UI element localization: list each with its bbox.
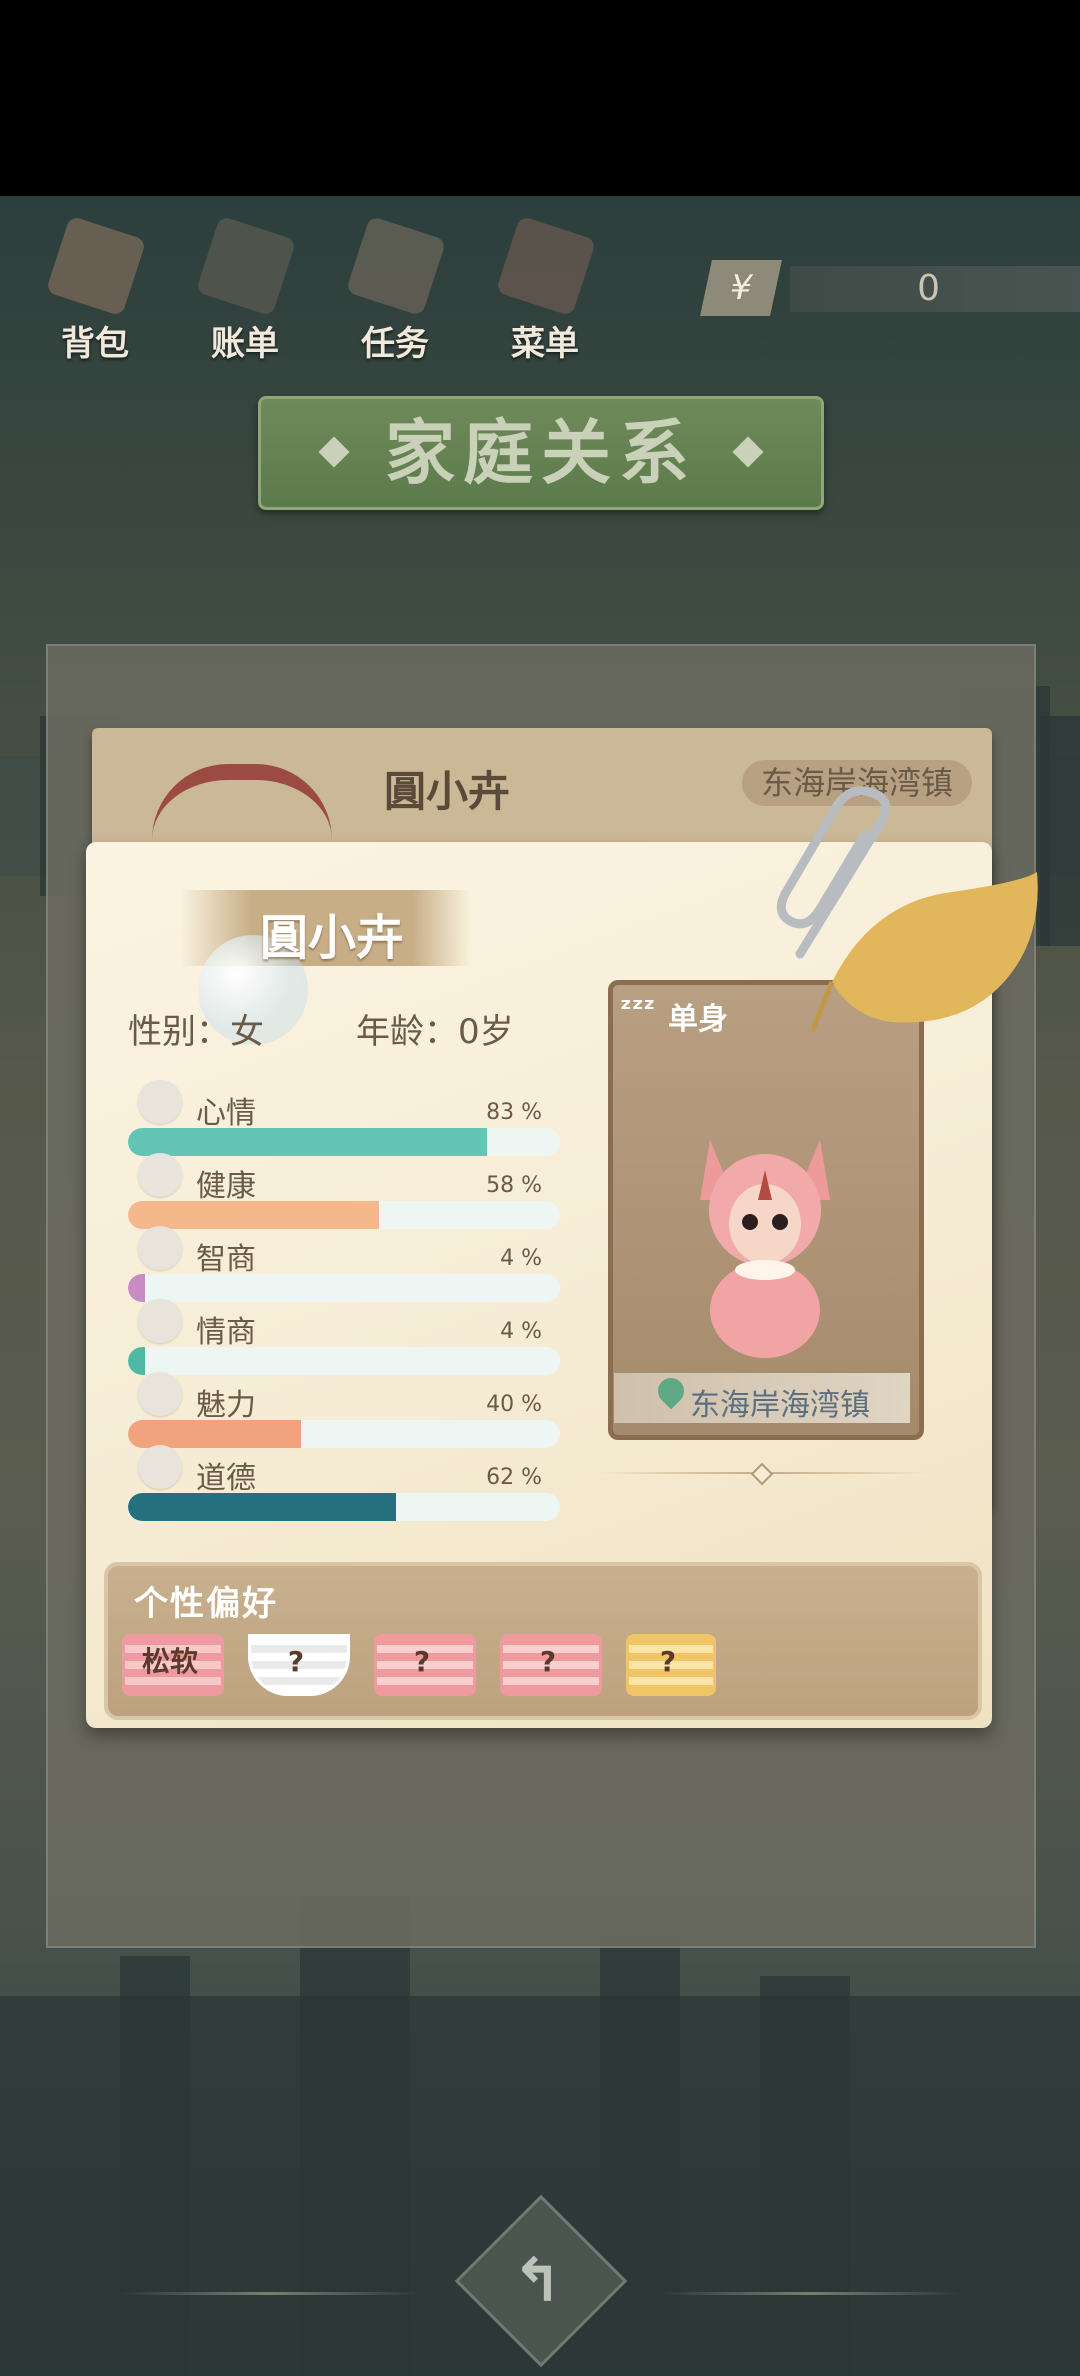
lightbulb-icon [138,1226,182,1270]
building [1040,716,1080,946]
preference-label: ? [413,1645,431,1678]
menu-label: 菜单 [511,324,579,364]
stat-label: 道德 [196,1461,256,1496]
preference-label: ? [287,1645,305,1678]
ornament-line [660,2292,960,2295]
stat-percent: 62 % [486,1465,542,1490]
menu-button[interactable]: 菜单 [480,215,610,364]
character-avatar [700,1140,830,1358]
sparkle-icon [138,1372,182,1416]
yen-icon: ¥ [700,260,782,316]
character-name: 圓小卉 [260,910,405,966]
building [300,1896,410,2376]
bag-button[interactable]: 背包 [30,215,160,364]
relationship-status: 单身 [668,1002,728,1037]
heart-icon [138,1153,182,1197]
back-card-name: 圓小卉 [384,767,511,816]
preference-item[interactable]: 松软 [122,1634,224,1696]
stat-fill [128,1201,379,1229]
stat-bar [128,1347,560,1375]
stat-label: 健康 [196,1169,256,1204]
stat-percent: 4 % [500,1319,542,1344]
ornament-line [120,2292,420,2295]
stat-label: 魅力 [196,1388,256,1423]
stat-label: 心情 [196,1096,256,1131]
stat-fill [128,1493,396,1521]
menu-icon [495,215,597,317]
avatar [152,764,332,840]
stat-label: 情商 [196,1315,256,1350]
bill-icon [195,215,297,317]
stat-percent: 83 % [486,1100,542,1125]
back-arrow-icon: ↰ [512,2246,563,2316]
stat-percent: 58 % [486,1173,542,1198]
preference-label: ? [659,1645,677,1678]
bag-icon [45,215,147,317]
stat-bar [128,1201,560,1229]
zzz-icon: ᶻᶻᶻ [620,992,656,1025]
stat-fill [128,1420,301,1448]
building [760,1976,850,2376]
preferences-title: 个性偏好 [134,1584,278,1624]
apple-icon [138,1299,182,1343]
building [120,1956,190,2376]
money-display: ¥ 0 [700,260,1080,316]
preference-item[interactable]: ? [374,1634,476,1696]
stat-bar [128,1420,560,1448]
money-value: 0 [917,268,940,309]
page-title-banner: 家庭关系 [258,396,824,510]
stat-fill [128,1128,487,1156]
character-location: 东海岸海湾镇 [690,1388,870,1423]
stat-bar [128,1493,560,1521]
preference-label: 松软 [141,1645,198,1678]
preference-item[interactable]: ? [626,1634,716,1696]
preference-item[interactable]: ? [500,1634,602,1696]
smile-icon [138,1080,182,1124]
age-label: 年龄：0岁 [356,1012,514,1052]
preference-item[interactable]: ? [248,1634,350,1696]
ginkgo-leaf-icon [812,872,1038,1033]
task-icon [345,215,447,317]
stat-percent: 40 % [486,1392,542,1417]
building [600,1936,680,2376]
status-bar [0,0,1080,196]
bill-button[interactable]: 账单 [180,215,310,364]
scales-icon [138,1445,182,1489]
stat-bar [128,1128,560,1156]
stat-bar [128,1274,560,1302]
preference-label: ? [539,1645,557,1678]
gender-label: 性别：女 [128,1012,264,1052]
task-label: 任务 [361,324,429,364]
bag-label: 背包 [61,324,129,364]
stat-label: 智商 [196,1242,256,1277]
stat-percent: 4 % [500,1246,542,1271]
task-button[interactable]: 任务 [330,215,460,364]
bill-label: 账单 [211,324,279,364]
